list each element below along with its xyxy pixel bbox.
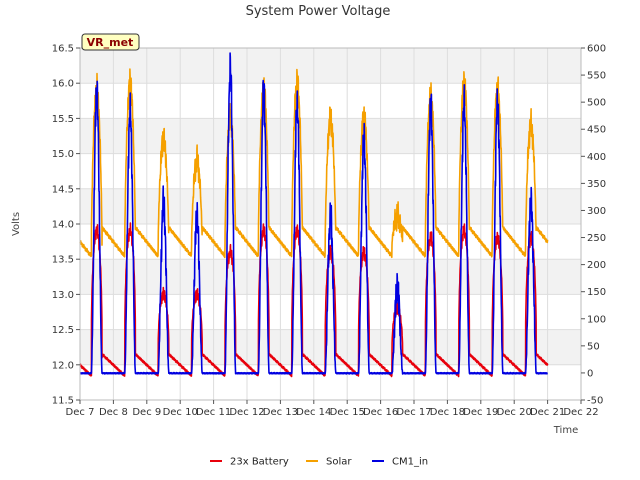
y-tick-label: 14.0 (52, 220, 74, 231)
x-tick-label: Dec 14 (296, 407, 331, 418)
y-tick-label: 12.0 (52, 360, 74, 371)
x-tick-label: Dec 21 (530, 407, 565, 418)
x-axis: Dec 7 Dec 8 Dec 9 Dec 10Dec 11Dec 12Dec 13D… (66, 400, 599, 418)
x-axis-title: Time (553, 425, 578, 436)
y2-tick-label: 600 (587, 44, 606, 55)
y2-tick-label: 300 (587, 206, 606, 217)
y2-tick-label: 550 (587, 71, 606, 82)
y-tick-label: 13.0 (52, 290, 74, 301)
y-axis-title: Volts (11, 212, 22, 236)
x-tick-label: Dec 10 (163, 407, 198, 418)
x-tick-label: Dec 19 (463, 407, 498, 418)
x-tick-label: Dec 15 (330, 407, 365, 418)
y2-tick-label: 150 (587, 287, 606, 298)
y-tick-label: 12.5 (52, 325, 74, 336)
chart-title: System Power Voltage (246, 4, 391, 19)
y-tick-label: 16.5 (52, 44, 74, 55)
legend-entry: Solar (326, 457, 352, 468)
legend-entry: 23x Battery (230, 457, 289, 468)
chart: System Power Voltage 11.5 12.0 12.5 13.0 13.… (11, 4, 606, 468)
badge-label: VR_met (87, 36, 134, 49)
plot-band (80, 259, 581, 295)
y-tick-label: 13.5 (52, 255, 74, 266)
y2-tick-label: 0 (587, 368, 593, 379)
x-tick-label: Dec 20 (497, 407, 532, 418)
x-tick-label: Dec 13 (263, 407, 298, 418)
y-tick-label: 15.0 (52, 149, 74, 160)
y2-tick-label: 100 (587, 314, 606, 325)
legend-entry: CM1_in (392, 457, 428, 468)
y-axis-right: -50 0 50 100 150 200 250 300 350 400 450 500 550 600 (581, 44, 606, 407)
y-tick-label: 11.5 (52, 396, 74, 407)
x-tick-label: Dec 16 (363, 407, 398, 418)
y2-tick-label: 450 (587, 125, 606, 136)
y2-tick-label: 400 (587, 152, 606, 163)
y2-tick-label: 350 (587, 179, 606, 190)
plot-band (80, 294, 581, 330)
y2-tick-label: 250 (587, 233, 606, 244)
x-tick-label: Dec 12 (229, 407, 264, 418)
x-tick-label: Dec 17 (396, 407, 431, 418)
legend: 23x Battery Solar CM1_in (210, 457, 428, 468)
y-tick-label: 15.5 (52, 114, 74, 125)
x-tick-label: Dec 9 (132, 407, 161, 418)
x-tick-label: Dec 8 (99, 407, 128, 418)
x-tick-label: Dec 7 (66, 407, 95, 418)
y2-tick-label: 500 (587, 98, 606, 109)
x-tick-label: Dec 22 (563, 407, 598, 418)
x-tick-label: Dec 11 (196, 407, 231, 418)
plot-band (80, 48, 581, 84)
badge: VR_met (81, 33, 140, 51)
plot-band (80, 153, 581, 189)
y2-tick-label: 200 (587, 260, 606, 271)
plot-band (80, 364, 581, 400)
y-tick-label: 14.5 (52, 184, 74, 195)
x-tick-label: Dec 18 (430, 407, 465, 418)
y2-tick-label: -50 (587, 396, 603, 407)
y2-tick-label: 50 (587, 341, 600, 352)
y-tick-label: 16.0 (52, 79, 74, 90)
y-axis-left: 11.5 12.0 12.5 13.0 13.5 14.0 14.5 15.0 15.5 16.0… (52, 44, 80, 407)
